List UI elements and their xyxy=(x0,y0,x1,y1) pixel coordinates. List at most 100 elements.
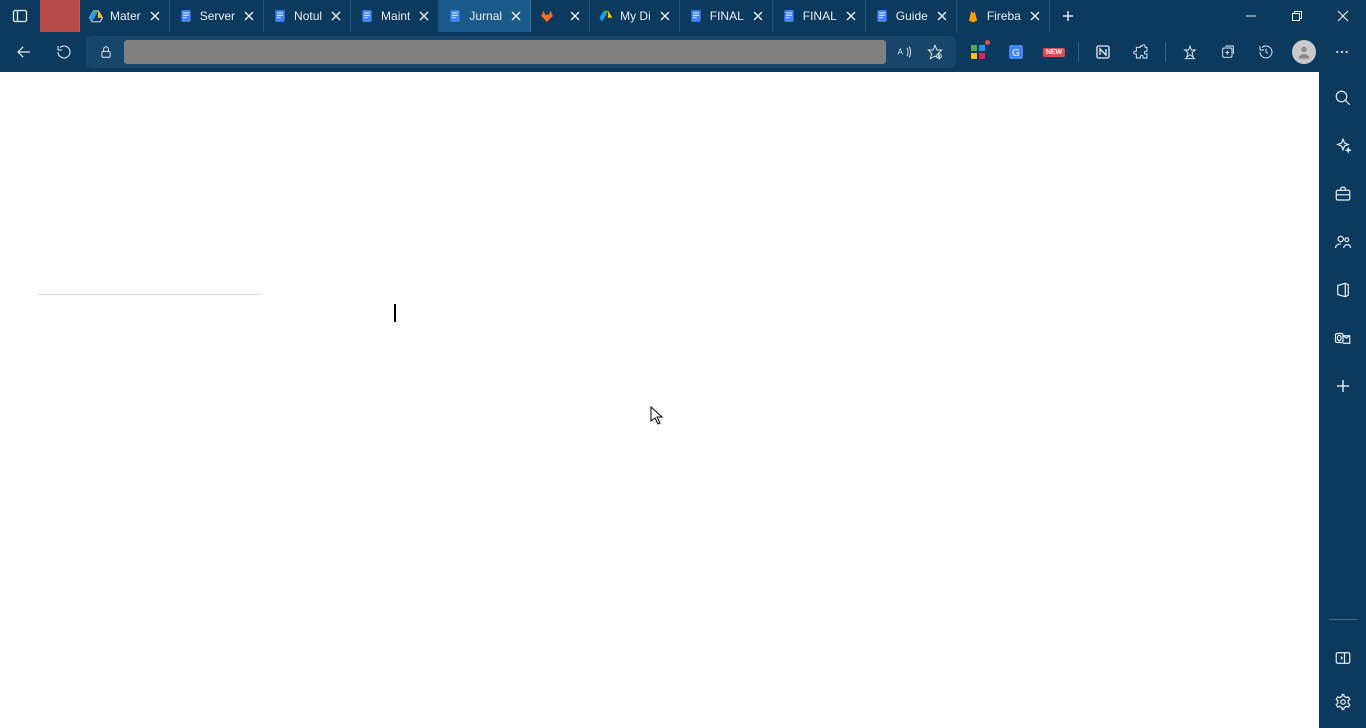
close-icon[interactable] xyxy=(147,8,163,24)
titlebar: Mater Server Notul Maint Jurnal xyxy=(0,0,1366,32)
plus-icon xyxy=(1335,378,1351,394)
sidebar-office[interactable] xyxy=(1325,274,1361,306)
url-input[interactable] xyxy=(124,40,886,64)
tab-8[interactable]: FINAL xyxy=(680,0,773,32)
close-icon[interactable] xyxy=(241,8,257,24)
sparkle-icon xyxy=(1334,137,1352,155)
star-lines-icon xyxy=(1182,44,1198,60)
tab-0[interactable] xyxy=(40,0,80,32)
people-icon xyxy=(1334,233,1352,251)
lock-icon xyxy=(99,45,113,59)
extensions-button[interactable] xyxy=(1123,36,1159,68)
menu-button[interactable] xyxy=(1324,36,1360,68)
close-icon[interactable] xyxy=(567,8,583,24)
sidebar-discover[interactable] xyxy=(1325,130,1361,162)
tab-label: Maint xyxy=(381,9,410,23)
firebase-icon xyxy=(965,8,981,24)
gitlab-icon xyxy=(539,8,555,24)
more-icon xyxy=(1334,44,1350,60)
maximize-button[interactable] xyxy=(1274,0,1320,32)
refresh-icon xyxy=(56,44,72,60)
extension-1[interactable] xyxy=(960,36,996,68)
toolbar-right: G NEW xyxy=(960,36,1360,68)
back-button[interactable] xyxy=(6,36,42,68)
sidebar-outlook[interactable] xyxy=(1325,322,1361,354)
docs-icon xyxy=(688,8,704,24)
read-aloud-button[interactable]: A xyxy=(890,38,920,66)
sidebar-settings[interactable] xyxy=(1325,686,1361,718)
tab-label: Fireba xyxy=(987,9,1021,23)
history-button[interactable] xyxy=(1248,36,1284,68)
close-icon[interactable] xyxy=(328,8,344,24)
puzzle-icon xyxy=(1133,44,1149,60)
new-badge: NEW xyxy=(1043,48,1065,57)
tab-7[interactable]: My Di xyxy=(590,0,680,32)
tab-6[interactable] xyxy=(531,0,590,32)
extension-translate[interactable]: G xyxy=(998,36,1034,68)
tab-11[interactable]: Fireba xyxy=(957,0,1050,32)
office-icon xyxy=(1334,281,1352,299)
svg-text:G: G xyxy=(1012,48,1020,59)
arrow-left-icon xyxy=(15,43,33,61)
sidebar-tools[interactable] xyxy=(1325,178,1361,210)
tab-label: Server xyxy=(200,9,235,23)
extension-new[interactable]: NEW xyxy=(1036,36,1072,68)
tab-4[interactable]: Maint xyxy=(351,0,439,32)
close-icon[interactable] xyxy=(657,8,673,24)
collections-button[interactable] xyxy=(1210,36,1246,68)
minimize-button[interactable] xyxy=(1228,0,1274,32)
docs-icon xyxy=(178,8,194,24)
close-icon[interactable] xyxy=(843,8,859,24)
close-icon[interactable] xyxy=(750,8,766,24)
briefcase-icon xyxy=(1334,185,1352,203)
mouse-pointer-icon xyxy=(650,406,664,426)
tab-actions-button[interactable] xyxy=(0,0,40,32)
plus-icon xyxy=(1061,9,1075,23)
gear-icon xyxy=(1334,693,1352,711)
docs-icon xyxy=(447,8,463,24)
restore-icon xyxy=(1291,10,1303,22)
notification-dot xyxy=(985,40,990,45)
minimize-icon xyxy=(1245,10,1257,22)
tab-label: Guide xyxy=(896,9,928,23)
address-bar[interactable]: A xyxy=(86,36,956,68)
tab-9[interactable]: FINAL xyxy=(773,0,866,32)
docs-icon xyxy=(874,8,890,24)
history-icon xyxy=(1258,44,1274,60)
person-icon xyxy=(1296,44,1312,60)
close-icon[interactable] xyxy=(416,8,432,24)
profile-button[interactable] xyxy=(1286,36,1322,68)
sidebar-add[interactable] xyxy=(1325,370,1361,402)
close-icon[interactable] xyxy=(1027,8,1043,24)
outline-divider xyxy=(38,294,262,295)
tab-1[interactable]: Mater xyxy=(80,0,170,32)
tab-overview-icon xyxy=(12,8,28,24)
favorite-button[interactable] xyxy=(920,38,950,66)
tab-2[interactable]: Server xyxy=(170,0,264,32)
close-icon[interactable] xyxy=(508,8,524,24)
tab-10[interactable]: Guide xyxy=(866,0,957,32)
tab-3[interactable]: Notul xyxy=(264,0,351,32)
drive-icon xyxy=(88,8,104,24)
browser-toolbar: A G NEW xyxy=(0,32,1366,72)
extension-notion[interactable] xyxy=(1085,36,1121,68)
tab-label: FINAL xyxy=(710,9,744,23)
refresh-button[interactable] xyxy=(46,36,82,68)
sidebar-skype[interactable] xyxy=(1325,226,1361,258)
favorites-button[interactable] xyxy=(1172,36,1208,68)
tab-label: My Di xyxy=(620,9,651,23)
toolbar-separator xyxy=(1165,42,1166,62)
sidebar-search[interactable] xyxy=(1325,82,1361,114)
new-tab-button[interactable] xyxy=(1050,0,1086,32)
tab-label: Notul xyxy=(294,9,322,23)
tab-5-active[interactable]: Jurnal xyxy=(439,0,531,32)
page-viewport[interactable] xyxy=(0,72,1319,728)
close-window-button[interactable] xyxy=(1320,0,1366,32)
edge-sidebar xyxy=(1319,72,1366,728)
sidebar-hide[interactable] xyxy=(1325,642,1361,674)
tab-label: Mater xyxy=(110,9,141,23)
site-info-button[interactable] xyxy=(92,38,120,66)
sidebar-divider xyxy=(1329,619,1357,620)
text-cursor xyxy=(394,304,396,322)
close-icon[interactable] xyxy=(934,8,950,24)
